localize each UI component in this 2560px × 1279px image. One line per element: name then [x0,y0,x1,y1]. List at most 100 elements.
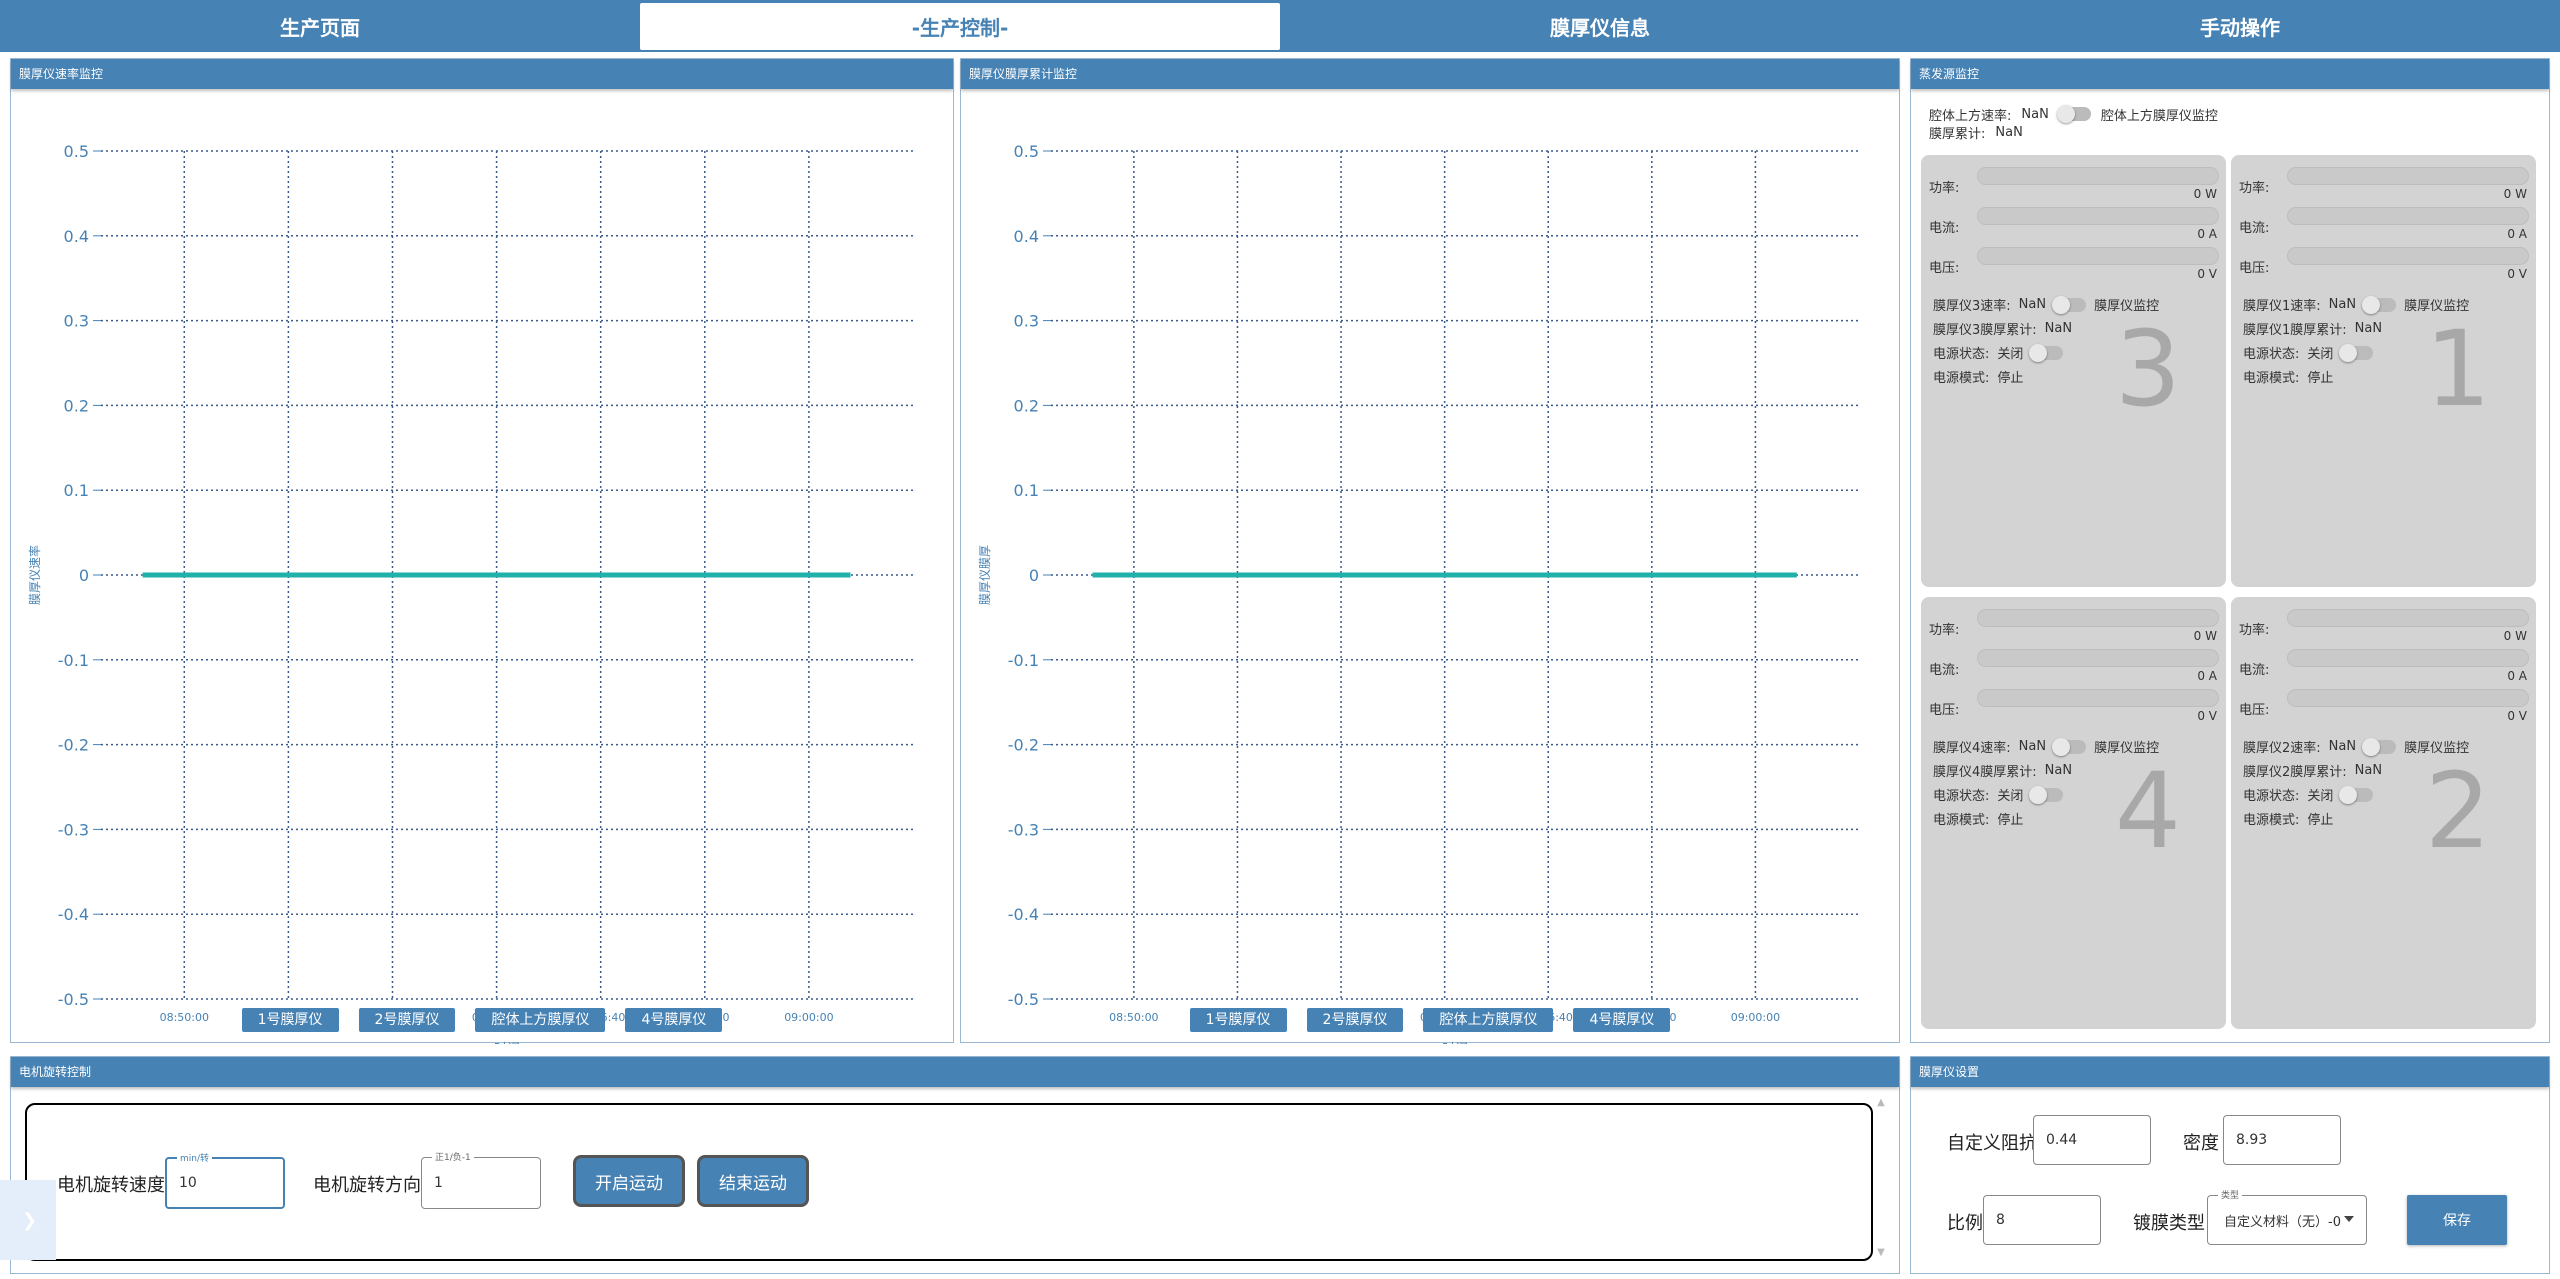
thickness-settings-panel: 膜厚仪设置 自定义阻抗 0.44 密度 8.93 比例 8 镀膜类型 类型 自定… [1910,1056,2550,1274]
legend-chamber-top[interactable]: 腔体上方膜厚仪 [475,1008,606,1032]
power-label: 功率: [1929,623,1960,638]
tab-production-page[interactable]: 生产页面 [0,0,640,52]
scroll-down-icon[interactable]: ▼ [1873,1247,1889,1263]
legend-thickness-2[interactable]: 2号膜厚仪 [358,1008,456,1032]
legend-thickness-1[interactable]: 1号膜厚仪 [241,1008,339,1032]
rate-value: NaN [2328,297,2357,312]
chamber-thickness-value: NaN [1995,124,2023,140]
rate-line: 膜厚仪3速率: NaN 膜厚仪监控 [1933,295,2159,314]
power-state-toggle[interactable] [2029,785,2064,804]
x-axis-label: 时间 [494,1042,520,1044]
power-meter: 功率: 0 W [1929,609,2219,649]
power-state-toggle[interactable] [2029,343,2064,362]
tab-thickness-info[interactable]: 膜厚仪信息 [1280,0,1920,52]
power-mode-value: 停止 [2307,371,2334,386]
chamber-rate-value: NaN [2021,106,2049,122]
source-card-4: 4 功率: 0 W 电流: 0 A 电压: 0 V 膜厚仪4速率: NaN 膜厚仪监控 膜厚仪4膜厚… [1921,597,2226,1029]
power-bar [1977,167,2219,185]
current-meter: 电流: 0 A [1929,649,2219,689]
impedance-input[interactable]: 0.44 [2033,1115,2151,1165]
coating-type-select[interactable]: 类型 自定义材料（无）-0 [2207,1188,2367,1245]
power-state-toggle[interactable] [2339,785,2374,804]
source-card-1: 1 功率: 0 W 电流: 0 A 电压: 0 V 膜厚仪1速率: NaN 膜厚仪监控 膜厚仪1膜厚… [2231,155,2536,587]
start-motion-button[interactable]: 开启运动 [573,1155,685,1207]
tab-manual-operation[interactable]: 手动操作 [1920,0,2560,52]
power-meter: 功率: 0 W [1929,167,2219,207]
voltage-meter: 电压: 0 V [2239,247,2529,287]
current-value: 0 A [2507,227,2527,241]
monitor-toggle[interactable] [2052,737,2087,756]
tab-production-control[interactable]: -生产控制- [640,3,1280,50]
monitor-toggle[interactable] [2052,295,2087,314]
thickness-panel-title: 膜厚仪膜厚累计监控 [961,59,1899,89]
legend-chamber-top[interactable]: 腔体上方膜厚仪 [1423,1008,1554,1032]
thickness-legend: 1号膜厚仪 2号膜厚仪 腔体上方膜厚仪 4号膜厚仪 [961,1008,1899,1032]
monitor-toggle[interactable] [2362,295,2397,314]
source-card-2: 2 功率: 0 W 电流: 0 A 电压: 0 V 膜厚仪2速率: NaN 膜厚仪监控 膜厚仪2膜厚… [2231,597,2536,1029]
power-state-label: 电源状态: [2243,347,2300,362]
voltage-meter: 电压: 0 V [1929,689,2219,729]
monitor-label: 膜厚仪监控 [2404,299,2470,314]
current-bar [2287,207,2529,225]
thickness-label: 膜厚仪2膜厚累计: [2243,765,2347,780]
scroll-up-icon[interactable]: ▲ [1873,1097,1889,1113]
direction-input-hint: 正1/负-1 [432,1150,474,1163]
chamber-monitor-toggle[interactable] [2056,105,2091,123]
source-number: 3 [2114,308,2181,430]
thickness-value: NaN [2354,763,2383,778]
rate-value: NaN [2328,739,2357,754]
y-tick-label: 0 [79,566,89,585]
chamber-thickness-label: 膜厚累计: [1929,126,1986,142]
y-axis-label: 膜厚仪膜厚 [978,545,992,605]
voltage-value: 0 V [2197,709,2217,723]
power-state-toggle[interactable] [2339,343,2374,362]
thickness-line: 膜厚仪4膜厚累计: NaN [1933,761,2072,780]
power-state-value: 关闭 [2307,789,2334,804]
voltage-value: 0 V [2507,267,2527,281]
legend-thickness-4[interactable]: 4号膜厚仪 [1573,1008,1671,1032]
power-mode-label: 电源模式: [2243,813,2300,828]
y-tick-label: 0.4 [1014,227,1039,246]
power-mode-line: 电源模式: 停止 [1933,367,2023,386]
power-bar [2287,609,2529,627]
legend-thickness-1[interactable]: 1号膜厚仪 [1189,1008,1287,1032]
density-label: 密度 [2183,1133,2219,1154]
power-mode-value: 停止 [1997,813,2024,828]
power-mode-label: 电源模式: [1933,813,1990,828]
power-state-line: 电源状态: 关闭 [1933,785,2064,804]
current-label: 电流: [1929,663,1960,678]
speed-input[interactable]: min/转 10 [165,1151,285,1209]
monitor-label: 膜厚仪监控 [2094,299,2160,314]
power-label: 功率: [1929,181,1960,196]
grid: 0.50.40.30.20.10-0.1-0.2-0.3-0.4-0.508:5… [58,142,913,1024]
rate-line: 膜厚仪1速率: NaN 膜厚仪监控 [2243,295,2469,314]
voltage-value: 0 V [2197,267,2217,281]
power-state-value: 关闭 [1997,347,2024,362]
power-state-line: 电源状态: 关闭 [2243,785,2374,804]
ratio-input[interactable]: 8 [1983,1195,2101,1245]
speed-input-value: 10 [179,1175,197,1191]
legend-thickness-2[interactable]: 2号膜厚仪 [1306,1008,1404,1032]
power-mode-value: 停止 [1997,371,2024,386]
y-tick-label: 0.3 [1014,312,1039,331]
stop-motion-button[interactable]: 结束运动 [697,1155,809,1207]
impedance-value: 0.44 [2046,1132,2078,1148]
thickness-line: 膜厚仪3膜厚累计: NaN [1933,319,2072,338]
direction-input[interactable]: 正1/负-1 1 [421,1150,541,1209]
rate-line: 膜厚仪2速率: NaN 膜厚仪监控 [2243,737,2469,756]
power-state-value: 关闭 [1997,789,2024,804]
monitor-toggle[interactable] [2362,737,2397,756]
legend-thickness-4[interactable]: 4号膜厚仪 [625,1008,723,1032]
chamber-top-info: 腔体上方速率: NaN 腔体上方膜厚仪监控 膜厚累计: NaN [1929,105,2218,142]
evap-panel-title: 蒸发源监控 [1911,59,2549,89]
power-state-value: 关闭 [2307,347,2334,362]
motor-control-box: 电机旋转速度 min/转 10 电机旋转方向 正1/负-1 1 开启运动 结束运… [25,1103,1873,1261]
current-value: 0 A [2507,669,2527,683]
voltage-label: 电压: [2239,261,2270,276]
save-button[interactable]: 保存 [2407,1195,2507,1245]
density-input[interactable]: 8.93 [2223,1115,2341,1165]
power-value: 0 W [2193,187,2217,201]
y-tick-label: 0.1 [1014,481,1039,500]
thickness-chart: 0.50.40.30.20.10-0.1-0.2-0.3-0.4-0.508:5… [978,142,1859,1044]
chevron-right-icon[interactable]: ❯ [0,1180,56,1260]
